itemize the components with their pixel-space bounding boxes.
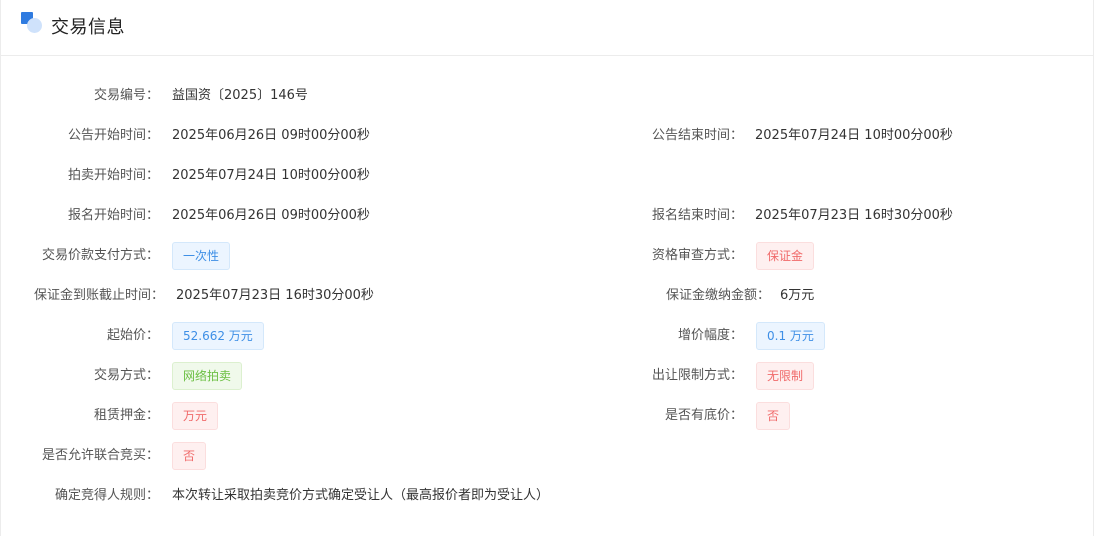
- field-qualification-method: 资格审查方式： 保证金: [1, 241, 1094, 271]
- field-label: 确定竞得人规则：: [54, 488, 159, 503]
- field-deposit-amount: 保证金缴纳金额： 6万元: [1, 281, 1094, 311]
- field-label: 公告结束时间：: [651, 128, 743, 143]
- field-signup-end: 报名结束时间： 2025年07月23日 16时30分00秒: [1, 201, 1094, 231]
- increment-tag: 0.1 万元: [756, 322, 825, 350]
- field-winner-rule: 确定竞得人规则： 本次转让采取拍卖竞价方式确定受让人（最高报价者即为受让人）: [1, 481, 1094, 511]
- field-label: 拍卖开始时间：: [67, 168, 159, 183]
- field-value: 2025年07月24日 10时00分00秒: [755, 128, 953, 143]
- field-transfer-restriction: 出让限制方式： 无限制: [1, 361, 1094, 391]
- field-joint-bid: 是否允许联合竞买： 否: [1, 441, 1094, 471]
- field-label: 报名结束时间：: [651, 208, 743, 223]
- field-reserve-price: 是否有底价： 否: [1, 401, 1094, 431]
- field-label: 是否有底价：: [664, 408, 743, 423]
- transfer-restriction-tag: 无限制: [756, 362, 815, 390]
- section-header: 交易信息: [1, 0, 1093, 56]
- field-increment: 增价幅度： 0.1 万元: [1, 321, 1094, 351]
- field-label: 出让限制方式：: [651, 368, 743, 383]
- field-trade-no: 交易编号： 益国资〔2025〕146号: [1, 81, 1094, 111]
- field-label: 是否允许联合竞买：: [41, 448, 159, 463]
- reserve-price-tag: 否: [756, 402, 791, 430]
- field-value: 益国资〔2025〕146号: [172, 88, 308, 103]
- field-label: 资格审查方式：: [651, 248, 743, 263]
- field-label: 保证金缴纳金额：: [665, 288, 770, 303]
- field-value: 6万元: [780, 288, 815, 303]
- qualification-method-tag: 保证金: [756, 242, 815, 270]
- field-label: 交易编号：: [93, 88, 159, 103]
- field-label: 增价幅度：: [677, 328, 743, 343]
- field-auction-start: 拍卖开始时间： 2025年07月24日 10时00分00秒: [1, 161, 1094, 191]
- joint-bid-tag: 否: [172, 442, 207, 470]
- section-title: 交易信息: [51, 17, 125, 38]
- field-value: 2025年07月23日 16时30分00秒: [755, 208, 953, 223]
- field-value: 2025年07月24日 10时00分00秒: [172, 168, 370, 183]
- trade-info-panel: 交易信息 交易编号： 益国资〔2025〕146号 公告开始时间： 2025年06…: [0, 0, 1094, 536]
- field-value: 本次转让采取拍卖竞价方式确定受让人（最高报价者即为受让人）: [172, 488, 550, 503]
- field-notice-end: 公告结束时间： 2025年07月24日 10时00分00秒: [1, 121, 1094, 151]
- section-icon: [21, 12, 43, 34]
